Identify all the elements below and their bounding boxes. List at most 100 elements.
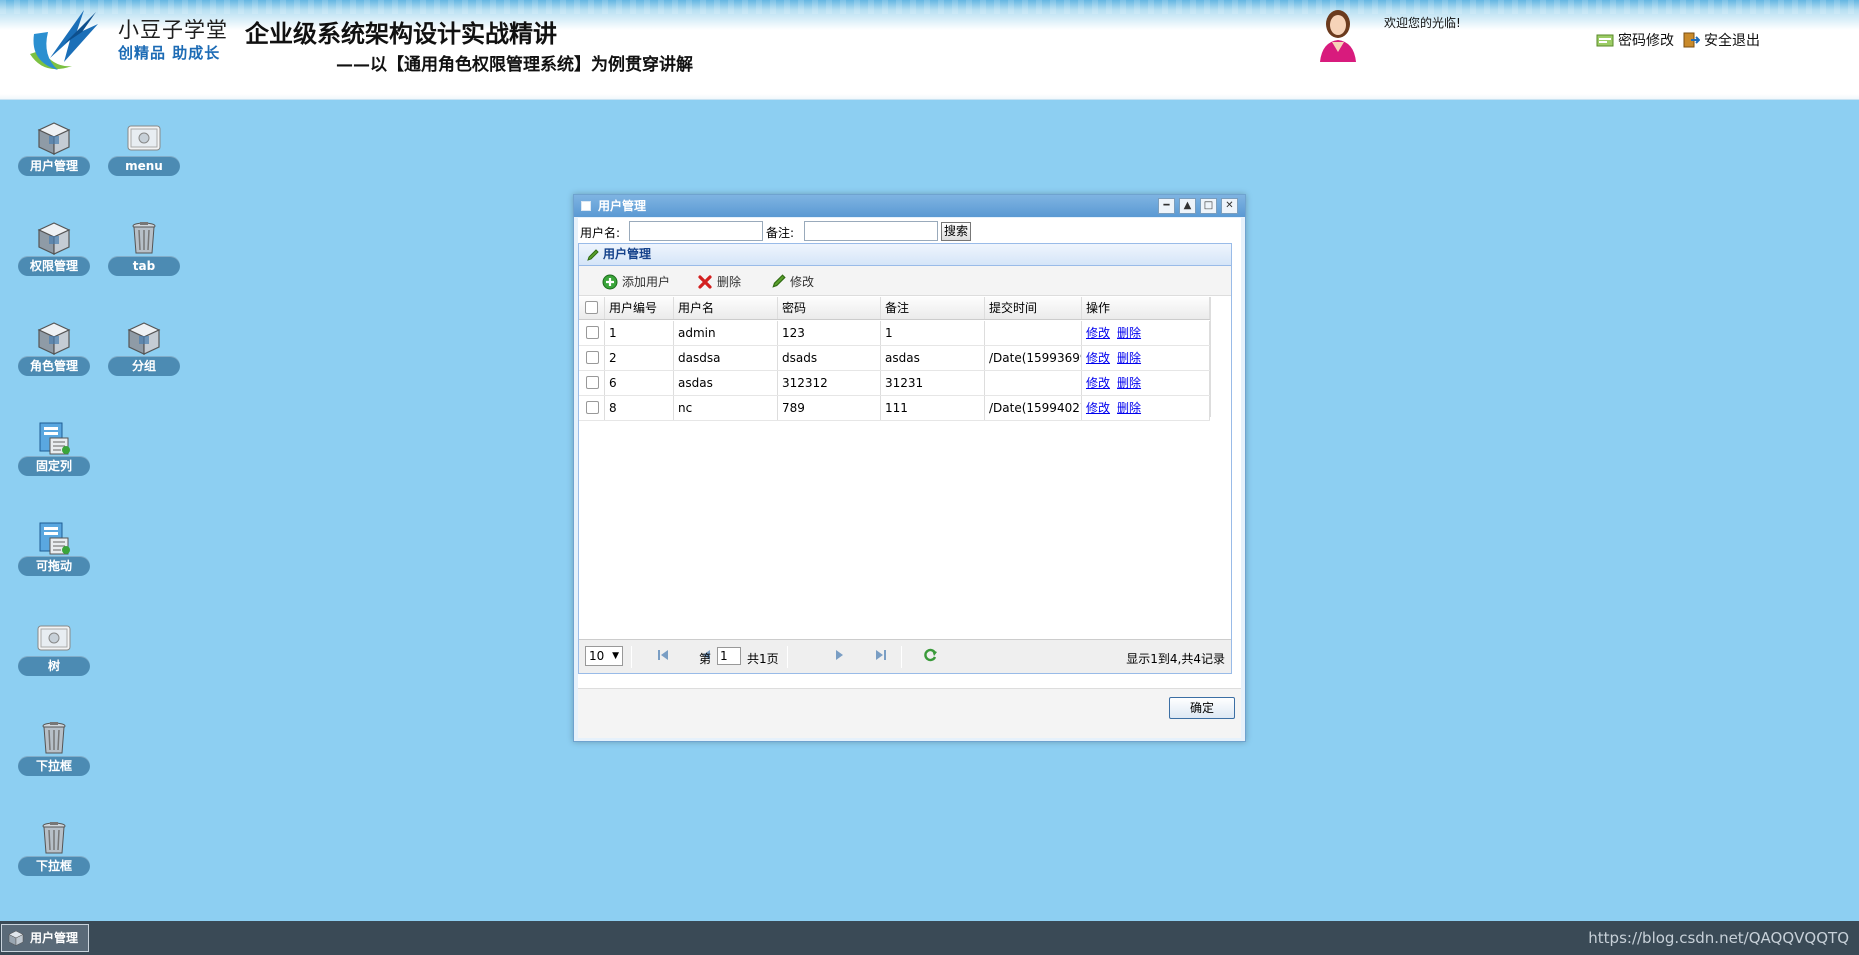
row-edit-link[interactable]: 修改 (1086, 401, 1110, 415)
cell-username: admin (674, 321, 778, 345)
window-titlebar[interactable]: 用户管理 ━ ▲ □ ✕ (574, 195, 1245, 217)
row-checkbox[interactable] (586, 351, 599, 364)
column-header[interactable]: 备注 (881, 297, 985, 319)
remark-input[interactable] (804, 221, 938, 241)
last-page-icon[interactable] (875, 649, 887, 661)
column-header[interactable]: 操作 (1082, 297, 1210, 319)
page-size-select[interactable]: 10 ▼ (585, 646, 623, 666)
image-icon (126, 120, 162, 156)
cell-actions: 修改 删除 (1082, 371, 1210, 395)
cell-id: 1 (605, 321, 674, 345)
delete-icon (698, 274, 712, 289)
box-icon (36, 220, 72, 256)
trash-icon (36, 820, 72, 856)
cell-id: 8 (605, 396, 674, 420)
cell-username: asdas (674, 371, 778, 395)
row-checkbox[interactable] (586, 326, 599, 339)
desktop-icon[interactable]: 角色管理 (18, 320, 90, 380)
cell-time (985, 321, 1082, 345)
username-input[interactable] (629, 221, 763, 241)
delete-button[interactable]: 删除 (697, 273, 741, 290)
cell-id: 2 (605, 346, 674, 370)
cell-password: 312312 (778, 371, 881, 395)
cell-password: 123 (778, 321, 881, 345)
user-grid: 用户编号 用户名 密码 备注 提交时间 操作 1 admin 123 1 修改 删除 2 dasdsa d… (579, 297, 1231, 639)
next-page-icon[interactable] (835, 649, 845, 661)
cell-remark: 31231 (881, 371, 985, 395)
desktop-icon[interactable]: 树 (18, 620, 90, 680)
window-icon (581, 201, 591, 211)
column-header[interactable]: 密码 (778, 297, 881, 319)
desktop-icon[interactable]: 可拖动 (18, 520, 90, 580)
row-edit-link[interactable]: 修改 (1086, 326, 1110, 340)
table-row[interactable]: 1 admin 123 1 修改 删除 (579, 321, 1210, 346)
desktop-icon[interactable]: 固定列 (18, 420, 90, 480)
page-number-input[interactable]: 1 (717, 647, 741, 665)
search-button[interactable]: 搜索 (941, 222, 971, 241)
app-title: 企业级系统架构设计实战精讲 (245, 20, 557, 48)
row-checkbox[interactable] (586, 376, 599, 389)
desktop-icon[interactable]: tab (108, 220, 180, 280)
window-title: 用户管理 (598, 199, 647, 213)
maximize-button[interactable]: □ (1200, 198, 1217, 214)
watermark-url: https://blog.csdn.net/QAQQVQQTQ (1588, 929, 1849, 947)
first-page-icon[interactable] (657, 649, 669, 661)
box-icon (126, 320, 162, 356)
cell-id: 6 (605, 371, 674, 395)
close-button[interactable]: ✕ (1221, 198, 1238, 214)
add-icon (602, 274, 618, 289)
cell-actions: 修改 删除 (1082, 346, 1210, 370)
row-checkbox[interactable] (586, 401, 599, 414)
desktop-icon[interactable]: menu (108, 120, 180, 180)
desktop-icon-label: 下拉框 (18, 856, 90, 876)
refresh-icon[interactable] (922, 647, 938, 663)
window-body: 用户名: 备注: 搜索 用户管理 添加用户 删除 修改 用户编号 用户名 密码 … (578, 218, 1241, 738)
select-all-checkbox[interactable] (585, 301, 598, 314)
table-row[interactable]: 6 asdas 312312 31231 修改 删除 (579, 371, 1210, 396)
cell-time (985, 371, 1082, 395)
header-checkbox-cell (579, 297, 605, 319)
row-delete-link[interactable]: 删除 (1117, 326, 1141, 340)
row-edit-link[interactable]: 修改 (1086, 351, 1110, 365)
minimize-button[interactable]: ━ (1158, 198, 1175, 214)
column-header[interactable]: 提交时间 (985, 297, 1082, 319)
column-header[interactable]: 用户编号 (605, 297, 674, 319)
column-header[interactable]: 用户名 (674, 297, 778, 319)
row-edit-link[interactable]: 修改 (1086, 376, 1110, 390)
table-row[interactable]: 2dasdsadsadsasdas/Date(1599369990修改删除 (579, 346, 1210, 371)
ok-button[interactable]: 确定 (1169, 697, 1235, 719)
edit-button[interactable]: 修改 (771, 273, 814, 290)
app-header: 小豆子学堂 创精品 助成长 企业级系统架构设计实战精讲 ——以【通用角色权限管理… (0, 0, 1859, 100)
password-icon (1596, 34, 1614, 47)
logo-slogan: 创精品 助成长 (118, 44, 221, 62)
cell-actions: 修改 删除 (1082, 396, 1210, 420)
avatar (1320, 10, 1356, 62)
change-password-link[interactable]: 密码修改 (1596, 30, 1674, 50)
table-row[interactable]: 8nc789111/Date(1599402720修改删除 (579, 396, 1210, 421)
row-delete-link[interactable]: 删除 (1117, 376, 1141, 390)
change-password-label: 密码修改 (1618, 33, 1674, 49)
desktop-icon-label: 树 (18, 656, 90, 676)
add-user-button[interactable]: 添加用户 (602, 273, 670, 290)
pager-summary: 显示1到4,共4记录 (1126, 652, 1225, 666)
logo-icon (30, 10, 98, 70)
desktop-icon[interactable]: 权限管理 (18, 220, 90, 280)
taskbar-item-user-management[interactable]: 用户管理 (1, 924, 89, 952)
box-icon (8, 930, 24, 946)
row-delete-link[interactable]: 删除 (1117, 351, 1141, 365)
row-delete-link[interactable]: 删除 (1117, 401, 1141, 415)
collapse-button[interactable]: ▲ (1179, 198, 1196, 214)
desktop-icon[interactable]: 下拉框 (18, 820, 90, 880)
desktop-icon[interactable]: 用户管理 (18, 120, 90, 180)
user-panel: 用户管理 添加用户 删除 修改 用户编号 用户名 密码 备注 提交时间 操作 1… (578, 243, 1232, 674)
window-footer: 确定 (578, 688, 1241, 738)
desktop-icon-label: 可拖动 (18, 556, 90, 576)
desktop-icon[interactable]: 分组 (108, 320, 180, 380)
cell-time: /Date(1599402720 (985, 396, 1082, 420)
document-icon (36, 520, 72, 556)
pager-separator (787, 646, 788, 668)
logout-link[interactable]: 安全退出 (1682, 30, 1760, 50)
page-size-value: 10 (589, 649, 605, 663)
trash-icon (126, 220, 162, 256)
desktop-icon[interactable]: 下拉框 (18, 720, 90, 780)
